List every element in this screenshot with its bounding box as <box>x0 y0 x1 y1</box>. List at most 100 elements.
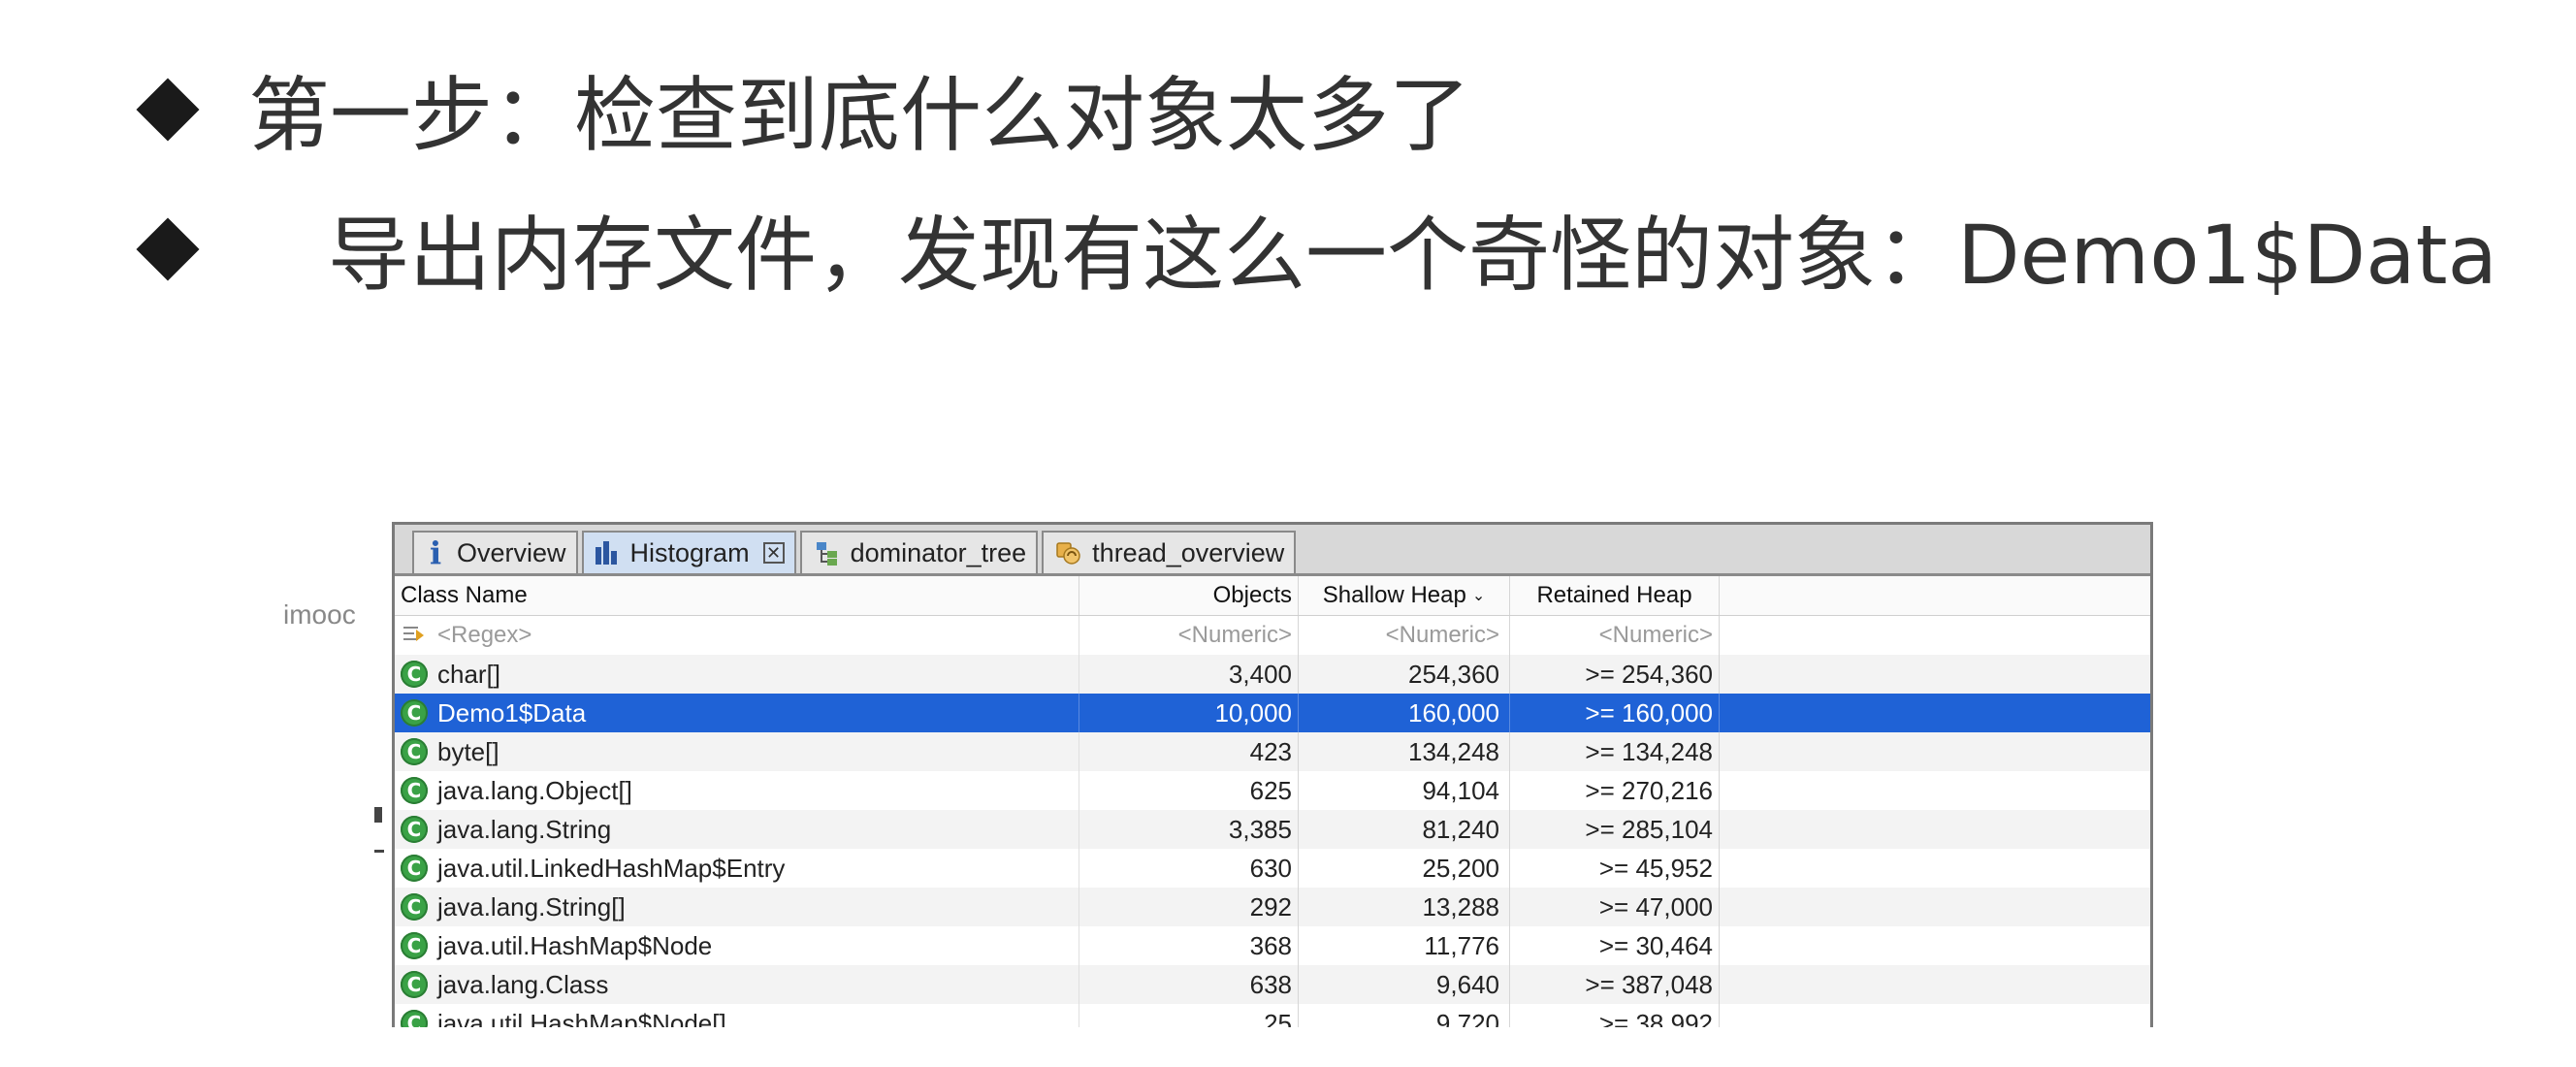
retained-heap-cell: >= 160,000 <box>1510 694 1720 732</box>
table-row[interactable]: C Demo1$Data 10,000 160,000 >= 160,000 <box>395 694 2150 732</box>
objects-cell: 3,400 <box>1079 655 1299 694</box>
retained-heap-cell: >= 45,952 <box>1510 849 1720 888</box>
tab-thread-overview[interactable]: thread_overview <box>1042 531 1297 573</box>
objects-cell: 3,385 <box>1079 810 1299 849</box>
shallow-heap-cell: 11,776 <box>1299 926 1510 965</box>
class-name-cell: Cjava.lang.Object[] <box>395 771 1079 810</box>
objects-cell: 423 <box>1079 732 1299 771</box>
objects-filter-input[interactable]: <Numeric> <box>1079 616 1299 655</box>
tab-label: Overview <box>457 537 566 567</box>
tab-histogram[interactable]: Histogram ✕ <box>581 531 796 573</box>
watermark: imooc <box>283 599 356 630</box>
retained-heap-cell: >= 270,216 <box>1510 771 1720 810</box>
retained-heap-cell: >= 387,048 <box>1510 965 1720 1004</box>
shallow-heap-cell: 160,000 <box>1299 694 1510 732</box>
objects-cell: 368 <box>1079 926 1299 965</box>
tab-label: thread_overview <box>1092 537 1285 567</box>
retained-heap-cell: >= 134,248 <box>1510 732 1720 771</box>
bullet-text: 导出内存文件，发现有这么一个奇怪的对象：Demo1$Data <box>328 208 2498 303</box>
shallow-heap-filter-input[interactable]: <Numeric> <box>1299 616 1510 655</box>
shallow-heap-cell: 13,288 <box>1299 888 1510 926</box>
diamond-bullet-icon <box>136 216 200 281</box>
filter-row: <Regex> <Numeric> <Numeric> <Numeric> <box>395 616 2150 655</box>
table-row[interactable]: Cjava.util.HashMap$Node[] 25 9,720 >= 38,99… <box>395 1004 2150 1027</box>
class-icon: C <box>401 855 428 882</box>
objects-cell: 10,000 <box>1079 694 1299 732</box>
thread-icon <box>1056 542 1080 565</box>
retained-heap-cell: >= 47,000 <box>1510 888 1720 926</box>
column-header-objects[interactable]: Objects <box>1079 576 1299 615</box>
sort-descending-icon: ⌄ <box>1471 588 1486 604</box>
objects-cell: 630 <box>1079 849 1299 888</box>
class-name: java.lang.Class <box>437 969 609 999</box>
retained-heap-cell: >= 254,360 <box>1510 655 1720 694</box>
editor-tab-bar: Overview Histogram ✕ dominator_tree <box>395 525 2150 576</box>
class-icon: C <box>401 738 428 765</box>
column-header-shallow-heap[interactable]: Shallow Heap ⌄ <box>1299 576 1510 615</box>
class-icon: C <box>401 699 428 727</box>
shallow-heap-cell: 94,104 <box>1299 771 1510 810</box>
table-header: Class Name Objects Shallow Heap ⌄ Retaine… <box>395 576 2150 616</box>
table-row[interactable]: Cjava.lang.Object[] 625 94,104 >= 270,216 <box>395 771 2150 810</box>
class-name: java.lang.String <box>437 814 612 844</box>
close-icon[interactable]: ✕ <box>762 542 785 564</box>
tab-dominator-tree[interactable]: dominator_tree <box>799 531 1039 573</box>
shallow-heap-cell: 254,360 <box>1299 655 1510 694</box>
table-row[interactable]: Cjava.util.LinkedHashMap$Entry 630 25,200 >… <box>395 849 2150 888</box>
class-name: java.lang.Object[] <box>437 775 632 805</box>
class-icon: C <box>401 971 428 998</box>
table-row[interactable]: Cjava.lang.String 3,385 81,240 >= 285,104 <box>395 810 2150 849</box>
tab-label: dominator_tree <box>850 537 1027 567</box>
retained-heap-cell: >= 38,992 <box>1510 1004 1720 1027</box>
tab-label: Histogram <box>629 537 750 567</box>
class-icon: C <box>401 661 428 688</box>
bullet-text: 第一步：检查到底什么对象太多了 <box>248 68 1471 163</box>
shallow-heap-cell: 9,720 <box>1299 1004 1510 1027</box>
table-row[interactable]: Cjava.util.HashMap$Node 368 11,776 >= 30,46… <box>395 926 2150 965</box>
regex-filter-input[interactable]: <Regex> <box>437 622 531 649</box>
class-name-cell: C Demo1$Data <box>395 694 1079 732</box>
retained-heap-filter-input[interactable]: <Numeric> <box>1510 616 1720 655</box>
table-body: <Regex> <Numeric> <Numeric> <Numeric> Cc… <box>395 616 2150 1027</box>
table-row[interactable]: Cjava.lang.Class 638 9,640 >= 387,048 <box>395 965 2150 1004</box>
class-name-cell: Cchar[] <box>395 655 1079 694</box>
class-name-cell: Cjava.lang.String[] <box>395 888 1079 926</box>
tab-overview[interactable]: Overview <box>412 531 578 573</box>
table-row[interactable]: Cchar[] 3,400 254,360 >= 254,360 <box>395 655 2150 694</box>
shallow-heap-cell: 134,248 <box>1299 732 1510 771</box>
table-row[interactable]: Cjava.lang.String[] 292 13,288 >= 47,000 <box>395 888 2150 926</box>
class-name: java.util.HashMap$Node <box>437 930 713 960</box>
class-name: java.util.HashMap$Node[] <box>437 1008 726 1028</box>
class-icon: C <box>401 816 428 843</box>
class-name-cell: Cbyte[] <box>395 732 1079 771</box>
shallow-heap-cell: 25,200 <box>1299 849 1510 888</box>
class-name: byte[] <box>437 736 499 766</box>
column-header-class-name[interactable]: Class Name <box>395 576 1079 615</box>
retained-heap-cell: >= 30,464 <box>1510 926 1720 965</box>
shallow-heap-cell: 81,240 <box>1299 810 1510 849</box>
bullet-export-heap: 导出内存文件，发现有这么一个奇怪的对象：Demo1$Data <box>136 190 2498 307</box>
objects-cell: 638 <box>1079 965 1299 1004</box>
class-icon: C <box>401 777 428 804</box>
bar-chart-icon <box>595 541 621 565</box>
class-name: java.util.LinkedHashMap$Entry <box>437 853 786 883</box>
class-name-cell: Cjava.util.LinkedHashMap$Entry <box>395 849 1079 888</box>
class-name-cell: Cjava.lang.String <box>395 810 1079 849</box>
class-name-cell: Cjava.util.HashMap$Node <box>395 926 1079 965</box>
class-name: Demo1$Data <box>437 697 587 728</box>
bullet-step-one: 第一步：检查到底什么对象太多了 <box>136 50 1471 168</box>
shallow-heap-cell: 9,640 <box>1299 965 1510 1004</box>
class-name: char[] <box>437 659 501 689</box>
info-icon <box>426 534 447 571</box>
class-name-cell: Cjava.util.HashMap$Node[] <box>395 1004 1079 1027</box>
class-name: java.lang.String[] <box>437 891 626 922</box>
edge-artifact <box>374 807 382 823</box>
objects-cell: 25 <box>1079 1004 1299 1027</box>
table-row[interactable]: Cbyte[] 423 134,248 >= 134,248 <box>395 732 2150 771</box>
class-icon: C <box>401 932 428 959</box>
diamond-bullet-icon <box>136 77 200 142</box>
retained-heap-cell: >= 285,104 <box>1510 810 1720 849</box>
column-header-retained-heap[interactable]: Retained Heap <box>1510 576 1720 615</box>
filter-icon <box>403 627 424 641</box>
class-icon: C <box>401 1010 428 1027</box>
